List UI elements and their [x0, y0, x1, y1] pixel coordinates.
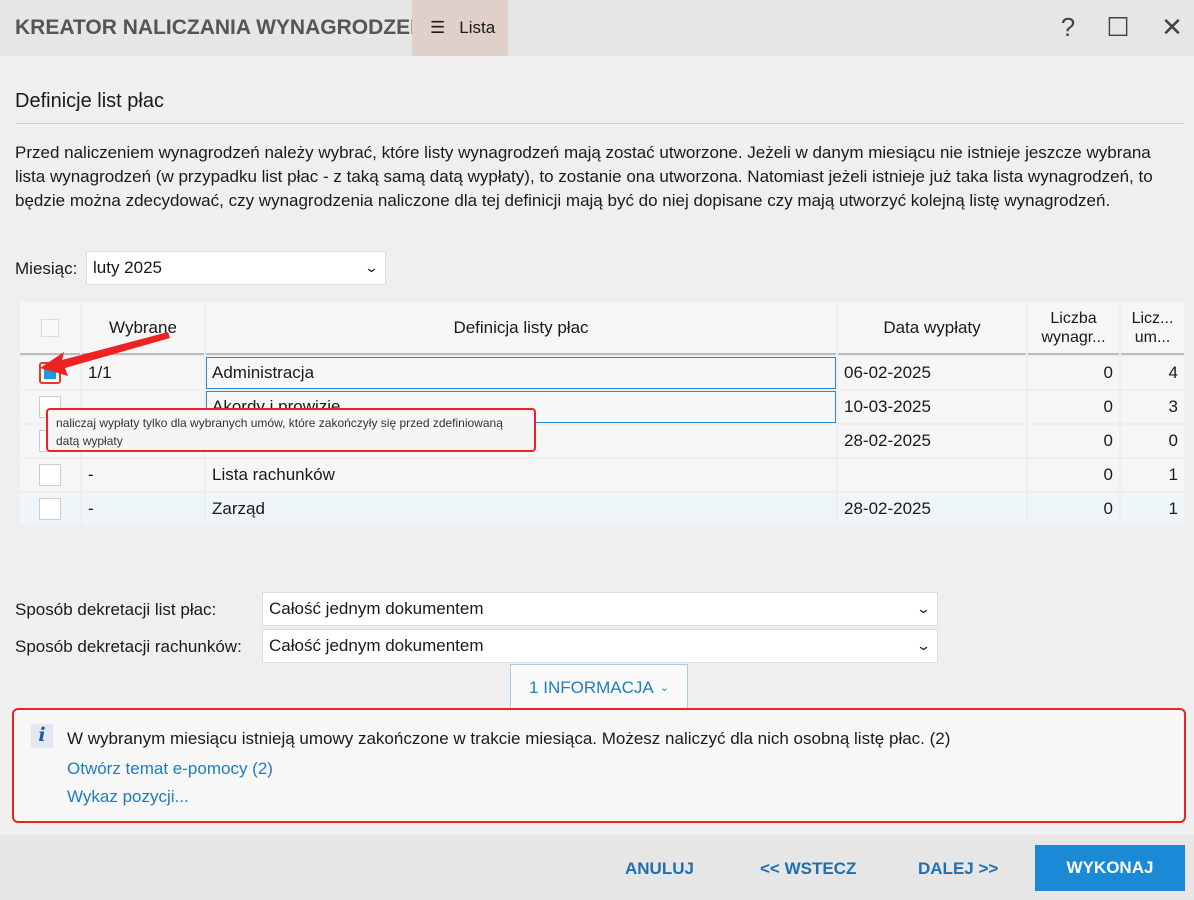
- dekretacja-list-label: Sposób dekretacji list płac:: [15, 600, 217, 619]
- dekretacja-list-select[interactable]: Całość jednym dokumentem ⌄: [262, 592, 938, 626]
- table-row[interactable]: - Zarząd 28-02-2025 0 1: [20, 493, 1184, 525]
- contracts-cell: 0: [1121, 425, 1184, 457]
- count-cell: 0: [1028, 391, 1119, 423]
- footer: [0, 835, 1194, 900]
- date-cell: 28-02-2025: [838, 425, 1026, 457]
- list-menu-label: Lista: [459, 18, 496, 37]
- dekretacja-rach-value: Całość jednym dokumentem: [269, 636, 484, 655]
- cancel-button[interactable]: ANULUJ: [625, 859, 694, 879]
- column-header-data[interactable]: Data wypłaty: [838, 302, 1026, 355]
- execute-button[interactable]: WYKONAJ: [1035, 845, 1185, 891]
- date-cell: 28-02-2025: [838, 493, 1026, 525]
- dekretacja-list-value: Całość jednym dokumentem: [269, 599, 484, 618]
- table-row[interactable]: - Lista rachunków 0 1: [20, 459, 1184, 491]
- count-cell: 0: [1028, 425, 1119, 457]
- chevron-down-icon: ⌄: [915, 601, 932, 616]
- row-checkbox-cell[interactable]: [20, 493, 80, 525]
- information-toggle-button[interactable]: 1 INFORMACJA ⌄: [510, 664, 688, 710]
- close-button[interactable]: ✕: [1156, 12, 1188, 43]
- help-button[interactable]: ?: [1052, 12, 1084, 43]
- help-topic-link[interactable]: Otwórz temat e-pomocy (2): [67, 759, 273, 779]
- row-checkbox[interactable]: [39, 464, 61, 486]
- count-cell: 0: [1028, 357, 1119, 389]
- list-menu-button[interactable]: ☰ Lista: [412, 0, 508, 56]
- chevron-down-icon: ⌄: [659, 682, 669, 694]
- tooltip: naliczaj wypłaty tylko dla wybranych umó…: [46, 408, 536, 452]
- contracts-cell: 1: [1121, 459, 1184, 491]
- divider: [15, 123, 1184, 124]
- column-header-liczba[interactable]: Liczba wynagr...: [1028, 302, 1119, 355]
- next-button[interactable]: DALEJ >>: [918, 859, 998, 879]
- definition-cell[interactable]: Administracja: [206, 357, 836, 389]
- chevron-down-icon: ⌄: [363, 260, 380, 275]
- information-toggle-label: 1 INFORMACJA: [529, 677, 654, 697]
- definition-cell[interactable]: Zarząd: [206, 493, 836, 525]
- row-checkbox-cell[interactable]: [20, 459, 80, 491]
- contracts-cell: 4: [1121, 357, 1184, 389]
- dekretacja-rach-select[interactable]: Całość jednym dokumentem ⌄: [262, 629, 938, 663]
- dekretacja-rach-label: Sposób dekretacji rachunków:: [15, 637, 242, 656]
- contracts-cell: 1: [1121, 493, 1184, 525]
- definition-cell[interactable]: Lista rachunków: [206, 459, 836, 491]
- selected-cell: -: [82, 493, 204, 525]
- count-cell: 0: [1028, 459, 1119, 491]
- information-panel: i W wybranym miesiącu istnieją umowy zak…: [12, 708, 1186, 823]
- month-value: luty 2025: [93, 258, 162, 277]
- row-checkbox[interactable]: [39, 498, 61, 520]
- hamburger-icon: ☰: [430, 18, 446, 37]
- chevron-down-icon: ⌄: [915, 638, 932, 653]
- count-cell: 0: [1028, 493, 1119, 525]
- items-list-link[interactable]: Wykaz pozycji...: [67, 787, 189, 807]
- section-title: Definicje list płac: [15, 90, 164, 112]
- maximize-button[interactable]: ☐: [1102, 12, 1134, 43]
- info-icon: i: [31, 724, 53, 748]
- description: Przed naliczeniem wynagrodzeń należy wyb…: [15, 143, 1153, 210]
- red-arrow-annotation: [40, 332, 170, 376]
- month-label: Miesiąc:: [15, 259, 78, 278]
- date-cell: 10-03-2025: [838, 391, 1026, 423]
- date-cell: 06-02-2025: [838, 357, 1026, 389]
- column-header-definicja[interactable]: Definicja listy płac: [206, 302, 836, 355]
- selected-cell: -: [82, 459, 204, 491]
- date-cell: [838, 459, 1026, 491]
- information-text: W wybranym miesiącu istnieją umowy zakoń…: [67, 729, 951, 748]
- month-select[interactable]: luty 2025 ⌄: [86, 251, 386, 285]
- column-header-umowy[interactable]: Licz... um...: [1121, 302, 1184, 355]
- contracts-cell: 3: [1121, 391, 1184, 423]
- table-row[interactable]: 1/1 Administracja 06-02-2025 0 4: [20, 357, 1184, 389]
- window-title: KREATOR NALICZANIA WYNAGRODZEŃ: [15, 16, 426, 39]
- back-button[interactable]: << WSTECZ: [760, 859, 856, 879]
